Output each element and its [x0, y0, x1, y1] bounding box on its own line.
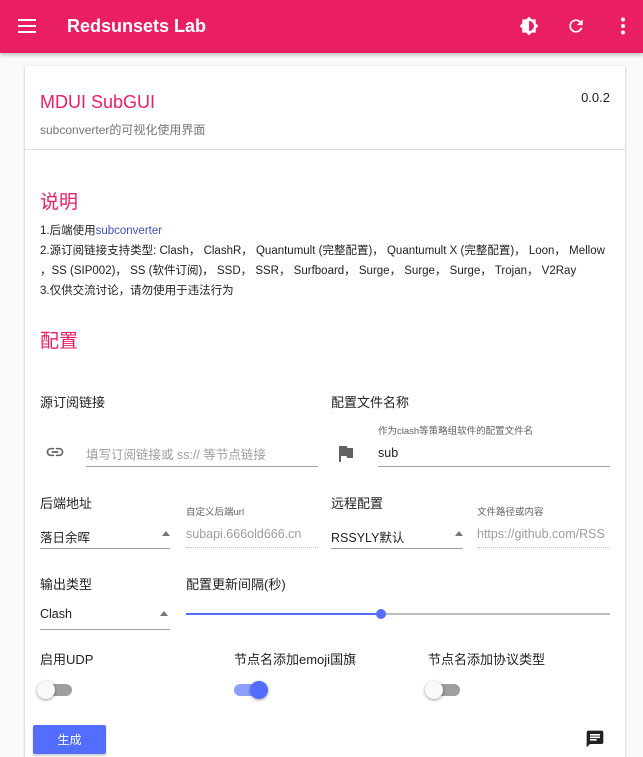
- backend-select-caret-icon[interactable]: [162, 531, 170, 536]
- remote-select[interactable]: RSSYLY默认: [331, 527, 451, 546]
- udp-switch-thumb[interactable]: [37, 681, 55, 699]
- subconverter-link[interactable]: subconverter: [96, 225, 162, 237]
- emoji-label: 节点名添加emoji国旗: [234, 652, 357, 667]
- refresh-icon[interactable]: [564, 14, 588, 38]
- output-select-underline: [40, 629, 170, 630]
- filename-hint: 作为clash等策略组软件的配置文件名: [378, 426, 534, 437]
- emoji-switch-thumb[interactable]: [250, 681, 268, 699]
- backend-label: 后端地址: [40, 496, 93, 511]
- link-icon: [45, 445, 65, 463]
- output-select[interactable]: Clash: [40, 607, 155, 621]
- instructions-line-2: 2.源订阅链接支持类型: Clash， ClashR， Quantumult (…: [40, 245, 605, 257]
- output-select-caret-icon[interactable]: [160, 611, 168, 616]
- card-header: MDUI SubGUI subconverter的可视化使用界面 0.0.2: [25, 66, 625, 150]
- backend-select[interactable]: 落日余晖: [40, 527, 155, 546]
- remote-path-input[interactable]: https://github.com/RSS: [477, 527, 610, 541]
- card-subtitle: subconverter的可视化使用界面: [40, 123, 206, 137]
- config-title: 配置: [40, 331, 79, 352]
- interval-slider-thumb[interactable]: [376, 609, 386, 619]
- backend-custom-underline: [186, 547, 318, 548]
- instructions-line-1: 1.后端使用subconverter: [40, 221, 162, 241]
- app-bar: Redsunsets Lab: [0, 0, 643, 53]
- filename-input[interactable]: sub: [378, 446, 608, 460]
- chat-icon[interactable]: [585, 729, 605, 749]
- remote-path-underline: [477, 547, 610, 548]
- output-label: 输出类型: [40, 577, 93, 592]
- source-input-underline: [86, 466, 318, 467]
- remote-select-caret-icon[interactable]: [455, 531, 463, 536]
- more-vert-icon[interactable]: [611, 14, 635, 38]
- instructions-line-1-text: 1.后端使用: [40, 225, 96, 237]
- app-title: Redsunsets Lab: [67, 16, 207, 36]
- instructions-line-4: 3.仅供交流讨论，请勿使用于违法行为: [40, 285, 234, 297]
- instructions-title-overlay: 说明: [40, 192, 79, 213]
- brightness-icon[interactable]: [517, 14, 541, 38]
- generate-button[interactable]: 生成: [33, 725, 106, 754]
- version-label: 0.0.2: [581, 90, 610, 105]
- filename-label: 配置文件名称: [331, 395, 410, 410]
- protocol-label: 节点名添加协议类型: [428, 652, 546, 667]
- udp-label: 启用UDP: [40, 652, 94, 667]
- menu-icon[interactable]: [15, 14, 39, 38]
- filename-input-underline: [378, 466, 610, 467]
- remote-select-underline: [331, 548, 463, 549]
- flag-icon: [339, 446, 353, 467]
- backend-custom-hint: 自定义后端url: [186, 507, 245, 518]
- protocol-switch-thumb[interactable]: [425, 681, 443, 699]
- remote-label: 远程配置: [331, 496, 384, 511]
- interval-label: 配置更新间隔(秒): [186, 577, 286, 592]
- source-label: 源订阅链接: [40, 395, 106, 410]
- instructions-line-3: ，SS (SIP002)， SS (软件订阅)， SSD， SSR， Surfb…: [40, 265, 577, 277]
- interval-slider-fill: [186, 613, 380, 615]
- backend-select-underline: [40, 548, 170, 549]
- card-title: MDUI SubGUI: [40, 92, 156, 112]
- source-input[interactable]: 填写订阅链接或 ss:// 等节点链接: [86, 444, 318, 463]
- remote-path-hint: 文件路径或内容: [477, 507, 544, 518]
- backend-custom-input[interactable]: subapi.666old666.cn: [186, 527, 318, 541]
